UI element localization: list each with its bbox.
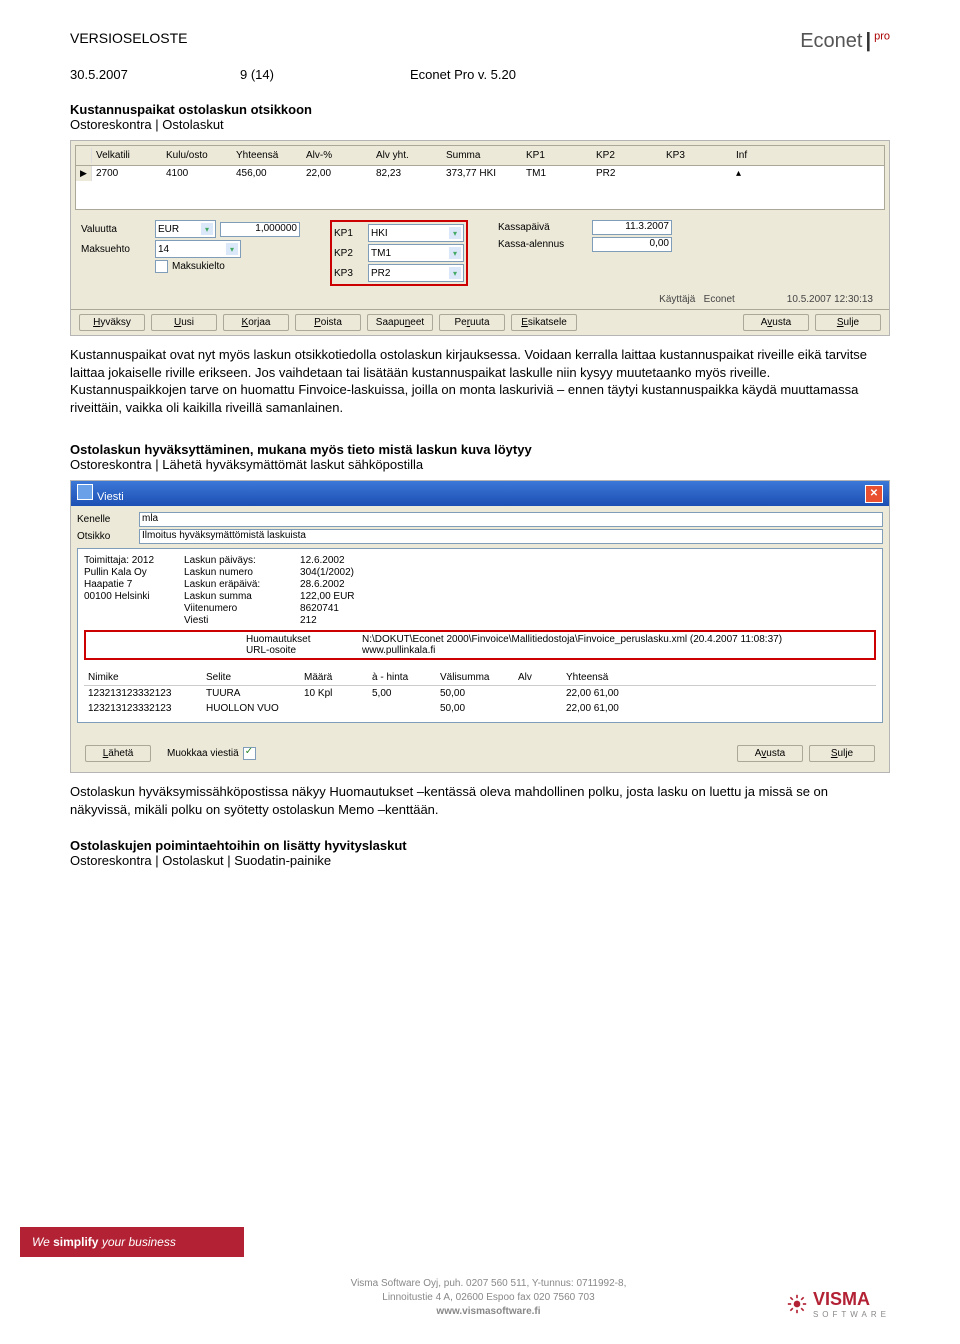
section2-para: Ostolaskun hyväksymissähköpostissa näkyy…	[70, 783, 890, 818]
peruuta-button[interactable]: Peruuta	[439, 314, 505, 331]
grid-header: Velkatili Kulu/osto Yhteensä Alv-% Alv y…	[76, 146, 884, 166]
huomautukset-highlight: HuomautuksetN:\DOKUT\Econet 2000\Finvoic…	[84, 630, 876, 660]
kassapaiva-label: Kassapäivä	[498, 222, 588, 233]
table-row: 123213123332123TUURA10 Kpl5,0050,0022,00…	[84, 686, 876, 701]
poista-button[interactable]: Poista	[295, 314, 361, 331]
maksukielto-label: Maksukielto	[172, 261, 225, 272]
timestamp: 10.5.2007 12:30:13	[781, 292, 879, 307]
uusi-button[interactable]: Uusi	[151, 314, 217, 331]
doc-title: VERSIOSELOSTE	[70, 30, 187, 46]
kassapaiva-input[interactable]: 11.3.2007	[592, 220, 672, 235]
table-row: 123213123332123HUOLLON VUO50,0022,00 61,…	[84, 701, 876, 716]
kassaalennus-label: Kassa-alennus	[498, 239, 588, 250]
korjaa-button[interactable]: Korjaa	[223, 314, 289, 331]
section3-title: Ostolaskujen poimintaehtoihin on lisätty…	[70, 838, 890, 853]
avusta-button-2[interactable]: Avusta	[737, 745, 803, 762]
message-body[interactable]: Toimittaja: 2012 Pullin Kala Oy Haapatie…	[77, 548, 883, 723]
laheta-button[interactable]: Lähetä	[85, 745, 151, 762]
valuutta-label: Valuutta	[81, 224, 151, 235]
otsikko-input[interactable]: Ilmoitus hyväksymättömistä laskuista	[139, 529, 883, 544]
footer-text: Visma Software Oyj, puh. 0207 560 511, Y…	[190, 1277, 787, 1319]
grid-row[interactable]: ▶ 2700 4100 456,00 22,00 82,23 373,77 HK…	[76, 166, 884, 181]
strap-line: We simplify your business	[20, 1227, 244, 1257]
kassaalennus-input[interactable]: 0,00	[592, 237, 672, 252]
maksuehto-select[interactable]: 14▾	[155, 240, 241, 258]
kp2-select[interactable]: TM1▾	[368, 244, 464, 262]
visma-logo: VISMA SOFTWARE	[787, 1289, 890, 1319]
close-icon[interactable]: ✕	[865, 485, 883, 503]
esikatsele-button[interactable]: Esikatsele	[511, 314, 577, 331]
section2-path: Ostoreskontra | Lähetä hyväksymättömät l…	[70, 457, 890, 472]
kenelle-label: Kenelle	[77, 514, 133, 525]
kurssi-input[interactable]: 1,000000	[220, 222, 300, 237]
otsikko-label: Otsikko	[77, 531, 133, 542]
muokkaa-checkbox[interactable]: ✓	[243, 747, 256, 760]
section3-path: Ostoreskontra | Ostolaskut | Suodatin-pa…	[70, 853, 890, 868]
maksuehto-label: Maksuehto	[81, 244, 151, 255]
header-product: Econet Pro v. 5.20	[410, 67, 516, 82]
kp1-select[interactable]: HKI▾	[368, 224, 464, 242]
valuutta-select[interactable]: EUR▾	[155, 220, 216, 238]
screenshot-ostolasku: Velkatili Kulu/osto Yhteensä Alv-% Alv y…	[70, 140, 890, 336]
section1-para: Kustannuspaikat ovat nyt myös laskun ots…	[70, 346, 890, 416]
kenelle-input[interactable]: mla	[139, 512, 883, 527]
section1-path: Ostoreskontra | Ostolaskut	[70, 117, 890, 132]
sulje-button[interactable]: Sulje	[815, 314, 881, 331]
section2-title: Ostolaskun hyväksyttäminen, mukana myös …	[70, 442, 890, 457]
window-title: Viesti	[97, 491, 124, 503]
saapuneet-button[interactable]: Saapuneet	[367, 314, 433, 331]
hyvaksy-button[interactable]: Hyväksy	[79, 314, 145, 331]
window-icon	[77, 484, 93, 500]
econet-logo: Econet|pro	[800, 30, 890, 53]
avusta-button[interactable]: Avusta	[743, 314, 809, 331]
kp-highlight: KP1HKI▾ KP2TM1▾ KP3PR2▾	[330, 220, 468, 286]
screenshot-viesti: Viesti ✕ Kenelle mla Otsikko Ilmoitus hyvä…	[70, 480, 890, 773]
sun-icon	[787, 1294, 807, 1314]
sulje-button-2[interactable]: Sulje	[809, 745, 875, 762]
maksukielto-checkbox[interactable]	[155, 260, 168, 273]
section1-title: Kustannuspaikat ostolaskun otsikkoon	[70, 102, 890, 117]
muokkaa-label: Muokkaa viestiä	[167, 748, 239, 759]
header-date: 30.5.2007	[70, 67, 240, 82]
kp3-select[interactable]: PR2▾	[368, 264, 464, 282]
header-page: 9 (14)	[240, 67, 410, 82]
